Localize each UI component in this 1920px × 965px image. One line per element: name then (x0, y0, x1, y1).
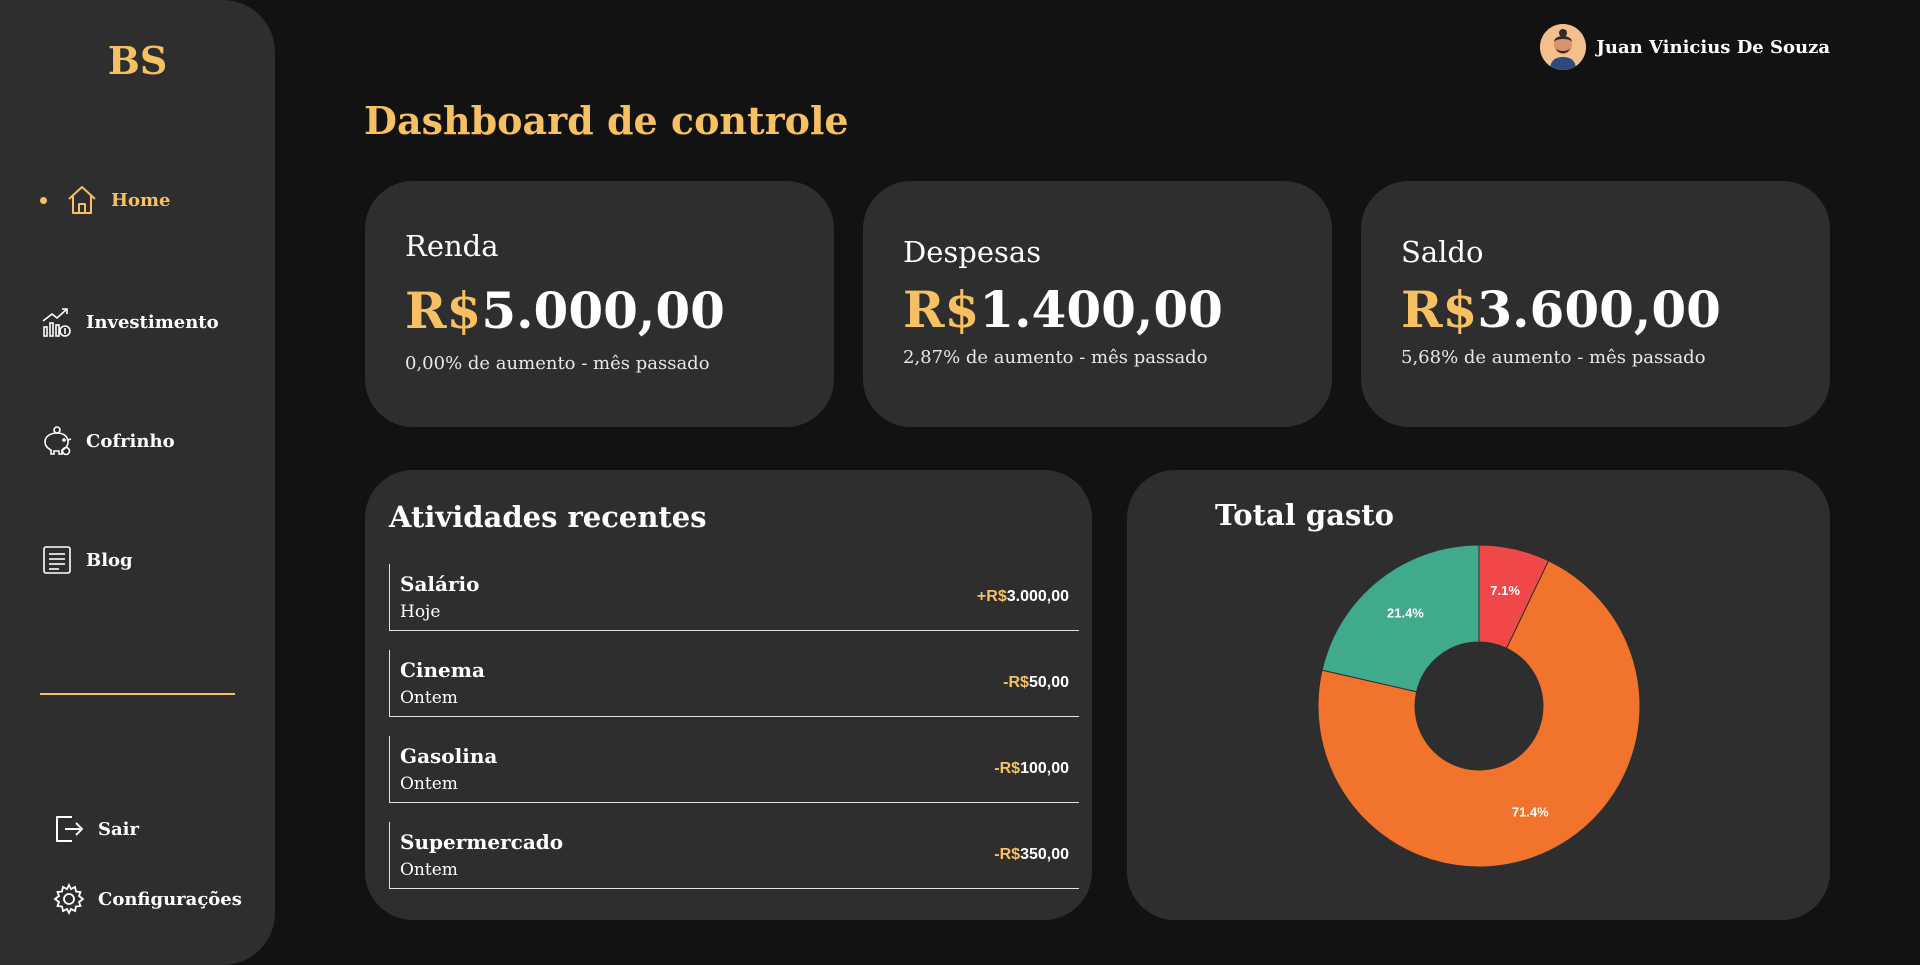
stat-subtext: 2,87% de aumento - mês passado (903, 347, 1208, 368)
activity-row[interactable]: Salário Hoje +R$3.000,00 (389, 564, 1079, 631)
activity-date: Ontem (400, 774, 458, 794)
stat-value: R$5.000,00 (405, 281, 725, 340)
active-indicator (40, 196, 47, 204)
page-title: Dashboard de controle (364, 98, 849, 143)
sidebar-item-label: Cofrinho (86, 430, 175, 452)
sidebar-item-label: Home (111, 189, 171, 211)
stat-label: Renda (405, 229, 499, 263)
recent-activity-card: Atividades recentes Salário Hoje +R$3.00… (365, 470, 1092, 920)
total-spent-card: Total gasto 7.1% 71.4% 21.4% (1127, 470, 1830, 920)
slice-label: 21.4% (1387, 606, 1424, 621)
amount-value: 50,00 (1028, 674, 1069, 691)
stat-value: R$1.400,00 (903, 280, 1223, 339)
sidebar-item-blog[interactable]: Blog (40, 543, 133, 577)
stat-card-saldo: Saldo R$3.600,00 5,68% de aumento - mês … (1361, 181, 1830, 427)
donut-chart: 7.1% 71.4% 21.4% (1317, 544, 1641, 868)
stat-label: Saldo (1401, 235, 1484, 269)
settings-button[interactable]: Configurações (52, 882, 242, 916)
logout-button[interactable]: Sair (52, 812, 139, 846)
activity-amount: -R$100,00 (994, 760, 1069, 778)
piggy-bank-icon (44, 426, 72, 456)
stat-subtext: 0,00% de aumento - mês passado (405, 353, 710, 374)
amount-value: 100,00 (1020, 760, 1069, 777)
avatar (1540, 24, 1587, 70)
sidebar-item-label: Investimento (86, 311, 219, 333)
logout-icon (56, 816, 83, 842)
activity-amount: +R$3.000,00 (977, 588, 1069, 606)
user-name: Juan Vinicius De Souza (1596, 36, 1830, 58)
activity-name: Supermercado (400, 830, 564, 854)
sidebar: BS Home Investimento Cofrinho Blog Sair … (0, 0, 275, 965)
stat-amount: 3.600,00 (1477, 280, 1721, 339)
activity-row[interactable]: Gasolina Ontem -R$100,00 (389, 736, 1079, 803)
stat-value: R$3.600,00 (1401, 280, 1721, 339)
sidebar-item-label: Blog (86, 549, 133, 571)
currency-symbol: R$ (903, 280, 980, 339)
activity-name: Cinema (400, 658, 485, 682)
logo: BS (107, 38, 168, 83)
settings-label: Configurações (98, 888, 242, 910)
amount-value: 350,00 (1020, 846, 1069, 863)
currency-symbol: R$ (405, 281, 482, 340)
activity-name: Gasolina (400, 744, 498, 768)
activity-heading: Atividades recentes (389, 500, 707, 534)
amount-sign: -R$ (994, 760, 1021, 777)
stat-card-renda: Renda R$5.000,00 0,00% de aumento - mês … (365, 181, 834, 427)
stat-label: Despesas (903, 235, 1042, 269)
activity-row[interactable]: Supermercado Ontem -R$350,00 (389, 822, 1079, 889)
stat-card-despesas: Despesas R$1.400,00 2,87% de aumento - m… (863, 181, 1332, 427)
activity-amount: -R$50,00 (1003, 674, 1069, 692)
amount-sign: -R$ (1003, 674, 1029, 691)
investment-chart-icon (42, 308, 71, 337)
stat-amount: 1.400,00 (979, 280, 1223, 339)
activity-row[interactable]: Cinema Ontem -R$50,00 (389, 650, 1079, 717)
amount-sign: -R$ (994, 846, 1021, 863)
logout-label: Sair (98, 818, 139, 840)
activity-date: Ontem (400, 688, 458, 708)
user-profile[interactable]: Juan Vinicius De Souza (1540, 24, 1830, 70)
slice-label: 71.4% (1512, 804, 1549, 819)
activity-amount: -R$350,00 (994, 846, 1069, 864)
activity-date: Hoje (400, 602, 441, 622)
home-icon (68, 186, 96, 214)
sidebar-item-home[interactable]: Home (40, 183, 171, 217)
document-icon (43, 546, 71, 574)
amount-value: 3.000,00 (1006, 588, 1069, 605)
slice-label: 7.1% (1490, 583, 1520, 598)
currency-symbol: R$ (1401, 280, 1478, 339)
gear-icon (53, 882, 85, 916)
activity-date: Ontem (400, 860, 458, 880)
sidebar-item-investimento[interactable]: Investimento (40, 305, 219, 339)
sidebar-item-cofrinho[interactable]: Cofrinho (40, 424, 175, 458)
stat-subtext: 5,68% de aumento - mês passado (1401, 347, 1706, 368)
activity-name: Salário (400, 572, 480, 596)
stat-amount: 5.000,00 (481, 281, 725, 340)
amount-sign: +R$ (976, 588, 1007, 605)
sidebar-divider (40, 693, 235, 695)
